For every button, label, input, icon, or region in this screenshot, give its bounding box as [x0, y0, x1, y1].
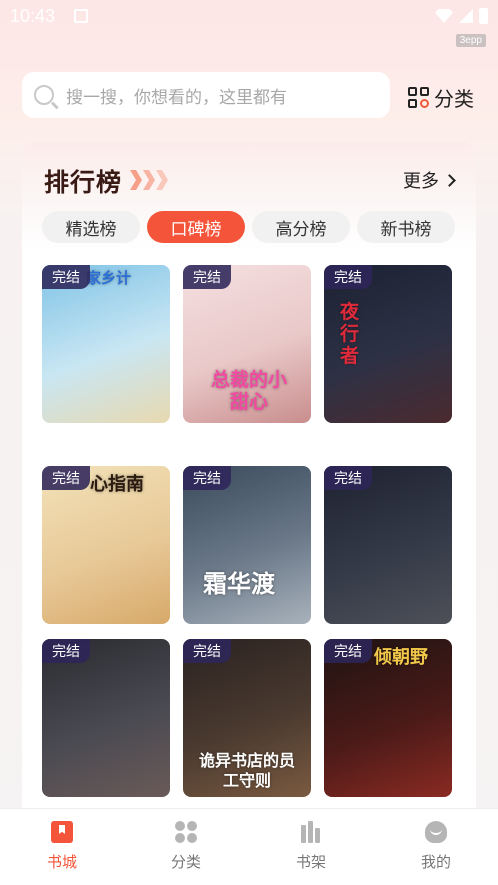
- book-cover[interactable]: 完结: [324, 466, 452, 624]
- battery-icon: [479, 8, 488, 24]
- category-button[interactable]: 分类: [408, 83, 474, 112]
- chevrons-decoration-icon: [130, 170, 168, 190]
- system-icons: [435, 8, 488, 24]
- more-link[interactable]: 更多: [403, 167, 456, 193]
- book-cover[interactable]: 总裁的小甜心 完结: [183, 265, 311, 423]
- user-icon: [425, 821, 447, 843]
- search-placeholder: 搜一搜，你想看的，这里都有: [66, 87, 287, 108]
- completed-badge: 完结: [183, 265, 231, 289]
- cover-title: 霜华渡: [203, 570, 275, 598]
- more-label: 更多: [403, 171, 439, 192]
- book-icon: [51, 821, 73, 843]
- wifi-icon: [435, 9, 453, 23]
- book-cover[interactable]: 诡异书店的员工守则 完结: [183, 639, 311, 797]
- notification-icon: [74, 9, 88, 23]
- ranking-tabs: 精选榜 口碑榜 高分榜 新书榜: [42, 211, 456, 243]
- tab-high-score-list[interactable]: 高分榜: [252, 211, 350, 243]
- chevron-right-icon: [443, 173, 456, 187]
- book-cover[interactable]: 家乡计 完结: [42, 265, 170, 423]
- clover-icon: [175, 821, 197, 843]
- book-cover[interactable]: 夜行者 完结: [324, 265, 452, 423]
- book-cover[interactable]: 霜华渡 完结: [183, 466, 311, 624]
- nav-label: 书城: [46, 853, 77, 871]
- status-time: 10:43: [10, 6, 56, 26]
- ranking-title: 排行榜: [44, 168, 123, 197]
- nav-bookstore[interactable]: 书城: [22, 821, 102, 872]
- bottom-nav: 书城 分类 书架 我的: [0, 808, 498, 885]
- nav-category[interactable]: 分类: [146, 821, 226, 872]
- nav-label: 书架: [295, 853, 326, 871]
- tab-label: 新书榜: [380, 219, 432, 240]
- completed-badge: 完结: [183, 639, 231, 663]
- tab-reputation-list[interactable]: 口碑榜: [147, 211, 245, 243]
- completed-badge: 完结: [324, 466, 372, 490]
- completed-badge: 完结: [42, 265, 90, 289]
- shelf-icon: [300, 821, 322, 843]
- tab-new-book-list[interactable]: 新书榜: [357, 211, 455, 243]
- tab-selected-list[interactable]: 精选榜: [42, 211, 140, 243]
- nav-label: 分类: [170, 853, 201, 871]
- category-grid-icon: [408, 86, 430, 109]
- tab-label: 口碑榜: [170, 219, 222, 240]
- completed-badge: 完结: [183, 466, 231, 490]
- completed-badge: 完结: [324, 265, 372, 289]
- nav-label: 我的: [420, 853, 451, 871]
- category-label: 分类: [434, 87, 474, 111]
- nav-profile[interactable]: 我的: [396, 821, 476, 872]
- book-cover[interactable]: 完结: [42, 639, 170, 797]
- search-bar[interactable]: 搜一搜，你想看的，这里都有: [22, 72, 390, 118]
- cover-title: 诡异书店的员工守则: [198, 751, 295, 790]
- cover-title: 夜行者: [340, 301, 360, 367]
- tab-label: 精选榜: [65, 219, 117, 240]
- ranking-card: 排行榜 更多 精选榜 口碑榜 高分榜 新书榜 家乡计 完结 总裁的小甜心 完结 …: [22, 141, 476, 841]
- cover-title: 家乡计: [86, 269, 132, 287]
- signal-icon: [459, 9, 473, 23]
- completed-badge: 完结: [324, 639, 372, 663]
- tab-label: 高分榜: [275, 219, 327, 240]
- app-tag: 3epp: [455, 34, 486, 47]
- cover-title: 倾朝野: [374, 647, 428, 668]
- status-bar: 10:43: [0, 0, 498, 34]
- cover-title: 总裁的小甜心: [210, 369, 287, 413]
- completed-badge: 完结: [42, 466, 90, 490]
- search-icon: [34, 85, 54, 105]
- cover-title: 心指南: [90, 474, 144, 495]
- completed-badge: 完结: [42, 639, 90, 663]
- book-cover[interactable]: 心指南 完结: [42, 466, 170, 624]
- nav-bookshelf[interactable]: 书架: [271, 821, 351, 872]
- book-cover[interactable]: 倾朝野 完结: [324, 639, 452, 797]
